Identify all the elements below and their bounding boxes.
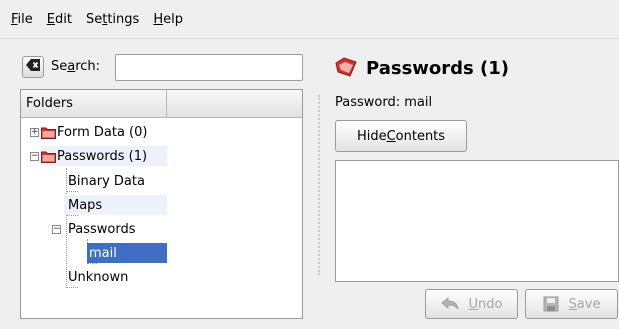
floppy-disk-icon [543, 296, 559, 312]
menu-edit[interactable]: Edit [40, 12, 79, 27]
hide-contents-button[interactable]: Hide Contents [335, 120, 467, 152]
folder-tree[interactable]: Folders + Form Data (0) − Passwords (1) … [20, 89, 303, 319]
undo-button[interactable]: Undo [425, 289, 518, 319]
tree-node-mail[interactable]: mail [87, 243, 167, 263]
clear-search-button[interactable] [22, 56, 44, 78]
menu-bar: File Edit Settings Help [0, 0, 619, 38]
clear-left-icon [25, 58, 41, 76]
tree-header: Folders [21, 90, 302, 118]
pane-splitter[interactable] [318, 95, 320, 275]
save-button[interactable]: Save [525, 289, 618, 319]
menu-settings[interactable]: Settings [79, 12, 146, 27]
menu-separator [0, 38, 619, 39]
tree-branch-line [66, 287, 78, 288]
column-header-empty[interactable] [168, 90, 302, 117]
tree-branch-line [66, 168, 67, 288]
tree-node-maps[interactable]: Maps [64, 195, 167, 215]
folder-icon [334, 57, 358, 81]
tree-node-passwords-sub[interactable]: Passwords [68, 219, 136, 239]
collapse-icon[interactable]: − [52, 225, 61, 234]
undo-icon [440, 297, 459, 311]
tree-node-binary-data[interactable]: Binary Data [68, 171, 145, 191]
search-label: Search: [51, 59, 101, 74]
collapse-icon[interactable]: − [30, 152, 39, 161]
contents-area[interactable] [335, 160, 619, 282]
password-label: Password: mail [335, 95, 433, 110]
tree-node-passwords[interactable]: Passwords (1) [41, 146, 167, 166]
tree-node-unknown[interactable]: Unknown [68, 267, 128, 287]
tree-branch-line [87, 263, 97, 264]
menu-help[interactable]: Help [146, 12, 190, 27]
search-input[interactable] [115, 54, 303, 81]
folder-icon [41, 126, 56, 139]
menu-file[interactable]: File [4, 12, 40, 27]
folder-icon [41, 150, 56, 163]
expand-icon[interactable]: + [30, 128, 39, 137]
tree-branch-line [66, 215, 78, 216]
column-header-folders[interactable]: Folders [21, 90, 167, 117]
page-title: Passwords (1) [366, 58, 509, 79]
tree-branch-line [66, 191, 78, 192]
tree-node-form-data[interactable]: Form Data (0) [41, 122, 147, 142]
